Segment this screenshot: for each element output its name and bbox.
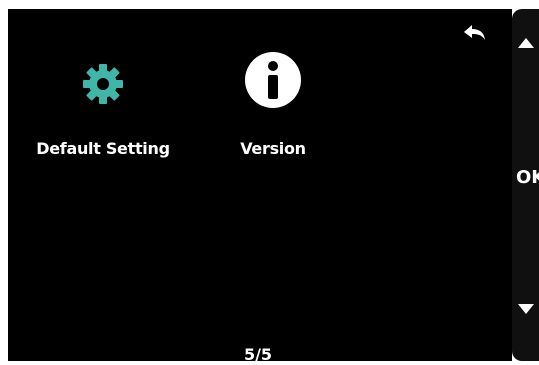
default-setting-item[interactable]: Default Setting [18, 57, 188, 177]
side-control-panel: OK [512, 9, 539, 361]
default-setting-label: Default Setting [36, 139, 170, 158]
scroll-down-button[interactable] [512, 289, 539, 329]
scroll-up-button[interactable] [512, 23, 539, 63]
back-button[interactable] [458, 19, 492, 49]
arrow-up-icon [517, 38, 534, 48]
device-frame: Default Setting Version 5/5 OK [0, 0, 539, 365]
ok-button[interactable]: OK [516, 167, 539, 188]
screen: Default Setting Version 5/5 [8, 9, 512, 361]
back-arrow-icon [464, 25, 485, 40]
gear-icon [76, 57, 130, 111]
info-icon [242, 49, 304, 111]
page-indicator: 5/5 [243, 345, 273, 361]
version-label: Version [240, 139, 306, 158]
arrow-down-icon [517, 304, 534, 314]
version-item[interactable]: Version [188, 49, 358, 169]
